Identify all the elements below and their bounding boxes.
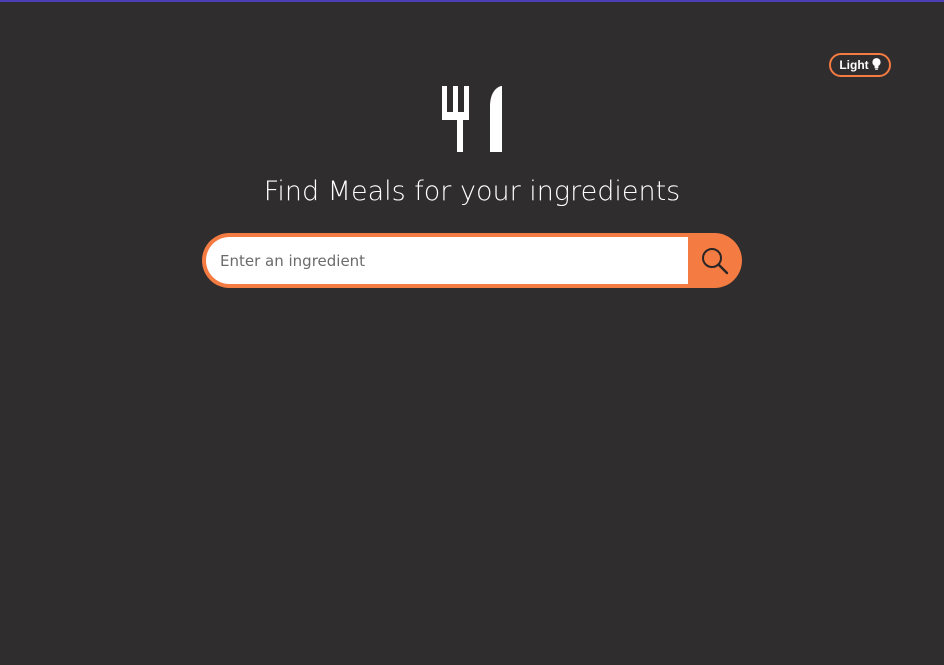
theme-toggle-button[interactable]: Light bbox=[829, 53, 891, 77]
search-icon bbox=[702, 247, 729, 274]
theme-toggle-label: Light bbox=[839, 58, 869, 72]
search-input[interactable] bbox=[206, 237, 688, 284]
search-button[interactable] bbox=[688, 237, 742, 284]
lightbulb-icon bbox=[872, 57, 881, 70]
page-title: Find Meals for your ingredients bbox=[263, 176, 681, 207]
fork-knife-icon bbox=[442, 86, 502, 152]
search-bar bbox=[202, 233, 742, 288]
